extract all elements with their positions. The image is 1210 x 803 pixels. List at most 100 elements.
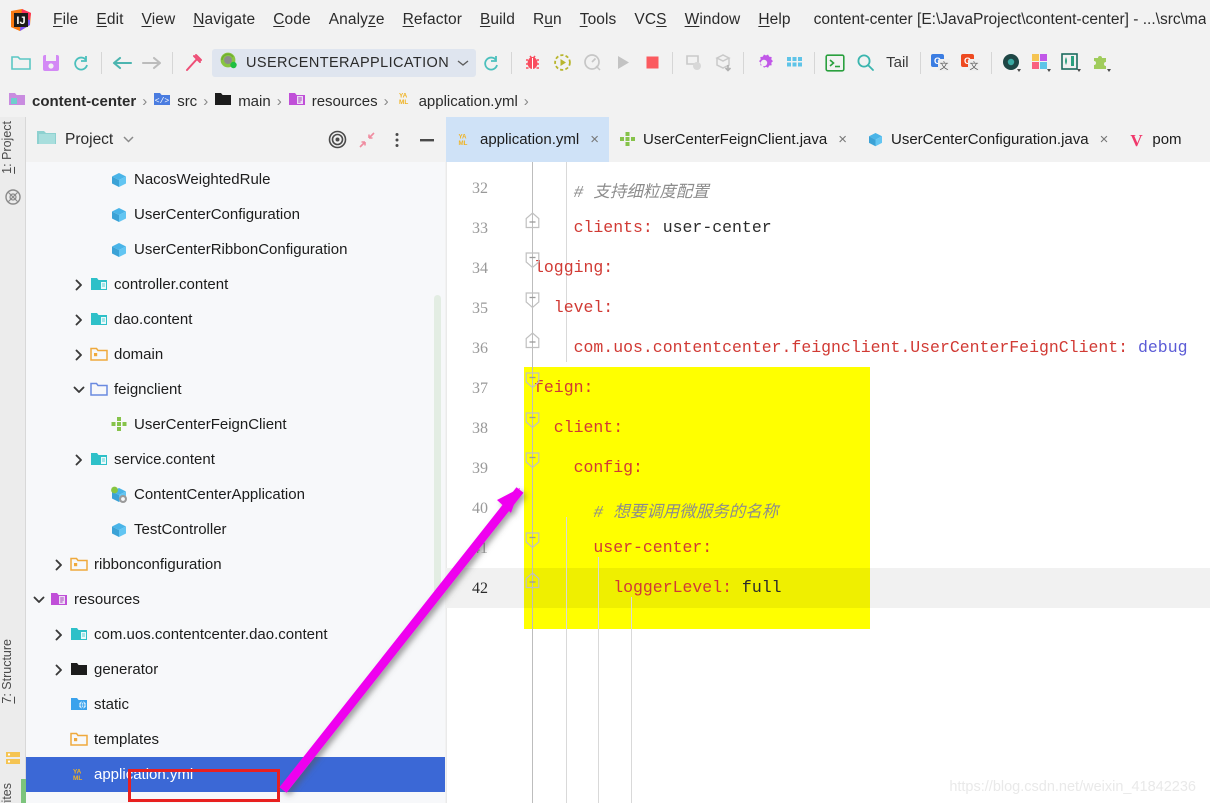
code-line[interactable]: 34 logging: — [446, 248, 1210, 288]
code-line[interactable]: 41 user-center: — [446, 528, 1210, 568]
tree-node-controller-content[interactable]: controller.content — [26, 267, 445, 302]
plugin-puzzle-icon[interactable] — [1087, 48, 1117, 78]
menu-item-refactor[interactable]: Refactor — [394, 11, 471, 29]
target-scope-icon[interactable] — [323, 126, 351, 154]
close-icon[interactable]: × — [838, 131, 847, 148]
menu-item-navigate[interactable]: Navigate — [184, 11, 264, 29]
chevron-down-icon[interactable] — [122, 131, 135, 149]
menu-item-tools[interactable]: Tools — [571, 11, 626, 29]
code-line[interactable]: 37 feign: — [446, 368, 1210, 408]
project-tree[interactable]: NacosWeightedRule UserCenterConfiguration… — [26, 162, 445, 803]
sidebar-item-project[interactable]: 1: Project — [0, 121, 26, 174]
tree-node-generator[interactable]: generator — [26, 652, 445, 687]
breadcrumb-item-src[interactable]: </> src — [153, 91, 197, 112]
open-folder-icon[interactable] — [6, 48, 36, 78]
code-line[interactable]: 40 # 想要调用微服务的名称 — [446, 488, 1210, 528]
tree-node-testcontroller[interactable]: TestController — [26, 512, 445, 547]
tree-node-resources[interactable]: resources — [26, 582, 445, 617]
sync-icon[interactable] — [66, 48, 96, 78]
close-icon[interactable]: × — [1100, 131, 1109, 148]
forward-arrow-icon[interactable] — [137, 48, 167, 78]
menu-item-window[interactable]: Window — [676, 11, 750, 29]
structure-list-icon[interactable] — [5, 751, 21, 770]
breadcrumb-item-main[interactable]: main — [214, 91, 271, 112]
fold-start-icon[interactable] — [525, 412, 540, 429]
code-line[interactable]: 39 config: — [446, 448, 1210, 488]
tree-node-service-content[interactable]: service.content — [26, 442, 445, 477]
database-icon[interactable] — [1057, 48, 1087, 78]
code-line[interactable]: 35 level: — [446, 288, 1210, 328]
terminal-icon[interactable] — [820, 48, 850, 78]
menu-item-analyze[interactable]: Analyze — [320, 11, 394, 29]
tail-button[interactable]: Tail — [880, 54, 915, 71]
fold-start-icon[interactable] — [525, 252, 540, 269]
chevron-collapsed-icon[interactable] — [72, 313, 86, 327]
hide-icon[interactable] — [413, 126, 441, 154]
tree-node-usercenterfeignclient[interactable]: UserCenterFeignClient — [26, 407, 445, 442]
tree-node-contentcenterapplication[interactable]: ContentCenterApplication — [26, 477, 445, 512]
chevron-collapsed-icon[interactable] — [52, 663, 66, 677]
settings-gear-icon[interactable] — [749, 48, 779, 78]
chevron-collapsed-icon[interactable] — [52, 628, 66, 642]
breadcrumb-item-resources[interactable]: resources — [288, 91, 378, 112]
tree-node-feignclient[interactable]: feignclient — [26, 372, 445, 407]
search-icon[interactable] — [850, 48, 880, 78]
run-configuration-selector[interactable]: USERCENTERAPPLICATION — [212, 48, 477, 77]
back-arrow-icon[interactable] — [107, 48, 137, 78]
code-line[interactable]: 36 com.uos.contentcenter.feignclient.User… — [446, 328, 1210, 368]
breadcrumb-item-application-yml[interactable]: YA ML application.yml — [395, 90, 518, 112]
code-line[interactable]: 42 loggerLevel: full — [446, 568, 1210, 608]
tree-node-ribbonconfiguration[interactable]: ribbonconfiguration — [26, 547, 445, 582]
chevron-collapsed-icon[interactable] — [52, 558, 66, 572]
editor-tab-usercenterconfiguration-java[interactable]: UserCenterConfiguration.java × — [857, 117, 1118, 162]
update-app-icon[interactable] — [678, 48, 708, 78]
menu-item-code[interactable]: Code — [264, 11, 319, 29]
tree-node-application-yml[interactable]: YA ML application.yml — [26, 757, 445, 792]
chevron-collapsed-icon[interactable] — [72, 348, 86, 362]
chevron-expanded-icon[interactable] — [32, 593, 46, 607]
fold-start-icon[interactable] — [525, 532, 540, 549]
package-download-icon[interactable] — [708, 48, 738, 78]
tree-node-usercenterribbonconfiguration[interactable]: UserCenterRibbonConfiguration — [26, 232, 445, 267]
chevron-expanded-icon[interactable] — [72, 383, 86, 397]
chevron-collapsed-icon[interactable] — [72, 453, 86, 467]
breadcrumb-item-content-center[interactable]: content-center — [8, 91, 136, 112]
profiler-icon[interactable] — [577, 48, 607, 78]
fold-start-icon[interactable] — [525, 372, 540, 389]
project-tree-scrollbar[interactable] — [434, 295, 441, 595]
code-line[interactable]: 33 clients: user-center — [446, 208, 1210, 248]
menu-item-help[interactable]: Help — [749, 11, 799, 29]
editor-tab-pom[interactable]: Vpom — [1118, 117, 1191, 162]
tree-node-dao-content[interactable]: dao.content — [26, 302, 445, 337]
fold-end-icon[interactable] — [525, 572, 540, 589]
menu-item-build[interactable]: Build — [471, 11, 524, 29]
fold-start-icon[interactable] — [525, 452, 540, 469]
tree-node-templates[interactable]: templates — [26, 722, 445, 757]
menu-item-view[interactable]: View — [133, 11, 185, 29]
options-menu-icon[interactable] — [383, 126, 411, 154]
code-editor[interactable]: 32 # 支持细粒度配置 33 clients: user-center 34 loggi… — [446, 162, 1210, 803]
translate-red-icon[interactable]: G文 — [956, 48, 986, 78]
tree-node-static[interactable]: static — [26, 687, 445, 722]
code-line[interactable]: 32 # 支持细粒度配置 — [446, 168, 1210, 208]
record-icon[interactable] — [997, 48, 1027, 78]
build-hammer-icon[interactable] — [178, 48, 208, 78]
structure-circle-icon[interactable] — [5, 189, 21, 210]
tree-node-com-uos-contentcenter-dao-content[interactable]: com.uos.contentcenter.dao.content — [26, 617, 445, 652]
sidebar-item-structure[interactable]: 7: Structure — [0, 639, 26, 704]
grid-apps-icon[interactable] — [779, 48, 809, 78]
close-icon[interactable]: × — [590, 131, 599, 148]
fold-end-icon[interactable] — [525, 212, 540, 229]
tree-node-domain[interactable]: domain — [26, 337, 445, 372]
fold-start-icon[interactable] — [525, 292, 540, 309]
collapse-all-icon[interactable] — [353, 126, 381, 154]
tree-node-usercenterconfiguration[interactable]: UserCenterConfiguration — [26, 197, 445, 232]
menu-item-edit[interactable]: Edit — [87, 11, 132, 29]
menu-item-file[interactable]: File — [44, 11, 87, 29]
layout-blocks-icon[interactable] — [1027, 48, 1057, 78]
tree-node-nacosweightedrule[interactable]: NacosWeightedRule — [26, 162, 445, 197]
menu-item-vcs[interactable]: VCS — [625, 11, 675, 29]
editor-tab-application-yml[interactable]: YA ML application.yml × — [446, 117, 609, 162]
code-line[interactable]: 38 client: — [446, 408, 1210, 448]
debug-bug-icon[interactable] — [517, 48, 547, 78]
